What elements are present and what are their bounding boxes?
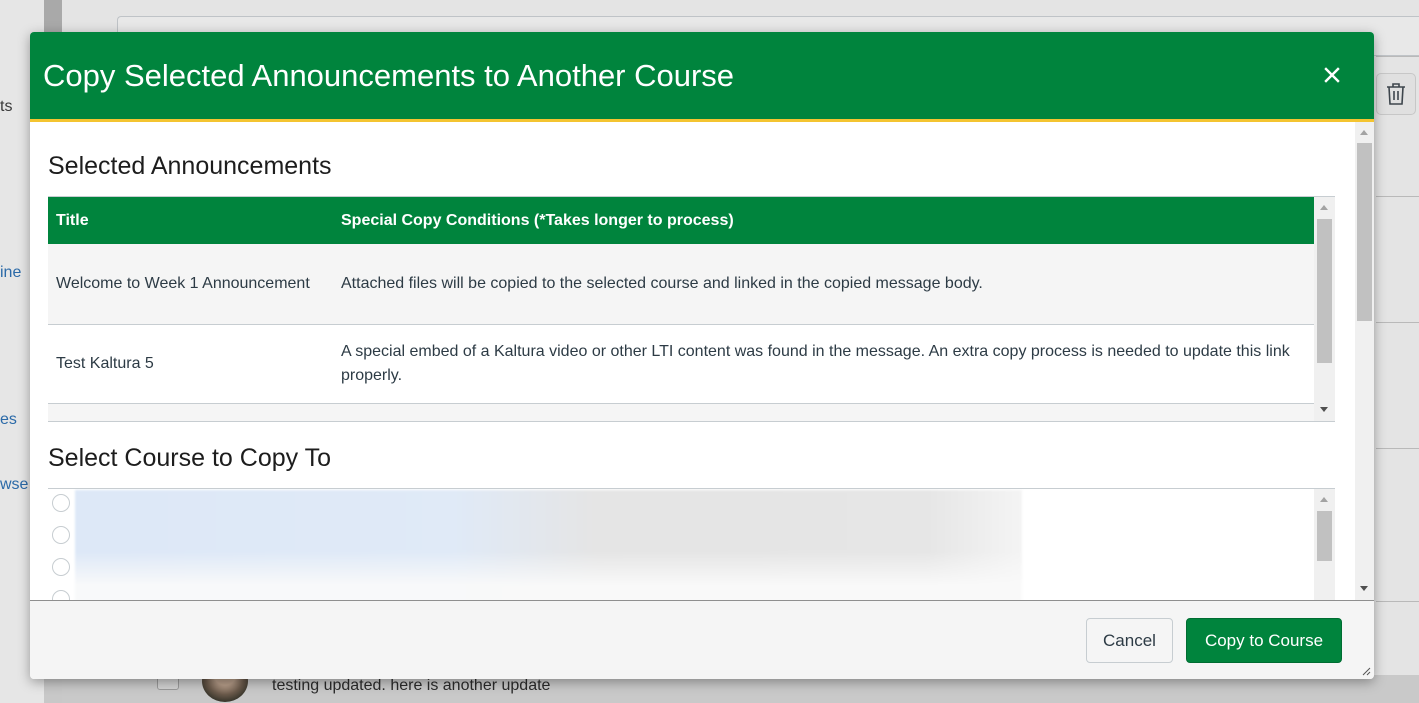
nav-item-fragment[interactable]: ine [0,264,21,282]
scroll-up-arrow-icon[interactable] [1320,205,1328,210]
selected-announcements-heading: Selected Announcements [48,152,332,180]
divider [1376,56,1419,57]
scroll-up-arrow-icon[interactable] [1320,497,1328,502]
select-course-heading: Select Course to Copy To [48,444,332,472]
dialog-header: Copy Selected Announcements to Another C… [30,32,1374,122]
scroll-down-arrow-icon[interactable] [1360,586,1368,591]
nav-item-fragment[interactable]: es [0,411,17,429]
table-scrollbar[interactable] [1314,197,1335,421]
dialog-scrollbar-thumb[interactable] [1357,143,1372,321]
copy-condition: A special embed of a Kaltura video or ot… [333,324,1314,404]
announcements-table: Title Special Copy Conditions (*Takes lo… [48,197,1314,404]
column-header-conditions: Special Copy Conditions (*Takes longer t… [333,197,1314,244]
nav-item-fragment[interactable]: ts [0,98,12,116]
close-icon [1324,67,1340,83]
announcement-title: Test Kaltura 5 [48,324,333,404]
course-list-scrollbar-thumb[interactable] [1317,511,1332,561]
course-radio[interactable] [52,558,70,576]
scroll-up-arrow-icon[interactable] [1360,130,1368,135]
announcement-title: Welcome to Week 1 Announcement [48,244,333,325]
dialog-title: Copy Selected Announcements to Another C… [43,57,735,93]
dialog-body: Selected Announcements Title Special Cop… [30,122,1374,600]
divider [1376,448,1419,449]
divider [1376,322,1419,323]
announcement-row [62,675,1419,703]
cancel-button[interactable]: Cancel [1086,618,1173,663]
course-list [48,488,1335,600]
dialog-footer: Cancel Copy to Course [30,600,1374,679]
delete-button[interactable] [1376,73,1416,115]
copy-condition: Attached files will be copied to the sel… [333,244,1314,325]
column-header-title: Title [48,197,333,244]
copy-to-course-button[interactable]: Copy to Course [1186,618,1342,663]
divider [1376,601,1419,602]
course-radio[interactable] [52,590,70,600]
table-row: Test Kaltura 5 A special embed of a Kalt… [48,324,1314,404]
resize-grip-icon[interactable] [1361,666,1371,676]
dialog-scrollbar[interactable] [1355,122,1374,600]
course-radio[interactable] [52,494,70,512]
course-radio[interactable] [52,526,70,544]
trash-icon [1387,83,1405,105]
announcements-table-container: Title Special Copy Conditions (*Takes lo… [48,196,1335,422]
redacted-course-names [75,490,1022,600]
divider [1376,196,1419,197]
close-button[interactable] [1320,63,1344,87]
nav-item-fragment[interactable]: wse [0,476,28,494]
table-row: Welcome to Week 1 Announcement Attached … [48,244,1314,325]
announcement-preview: testing updated. here is another update [272,677,551,694]
course-list-scrollbar[interactable] [1314,489,1335,600]
scroll-down-arrow-icon[interactable] [1320,407,1328,412]
table-scrollbar-thumb[interactable] [1317,219,1332,363]
copy-announcements-dialog: Copy Selected Announcements to Another C… [30,32,1374,679]
table-header-row: Title Special Copy Conditions (*Takes lo… [48,197,1314,244]
